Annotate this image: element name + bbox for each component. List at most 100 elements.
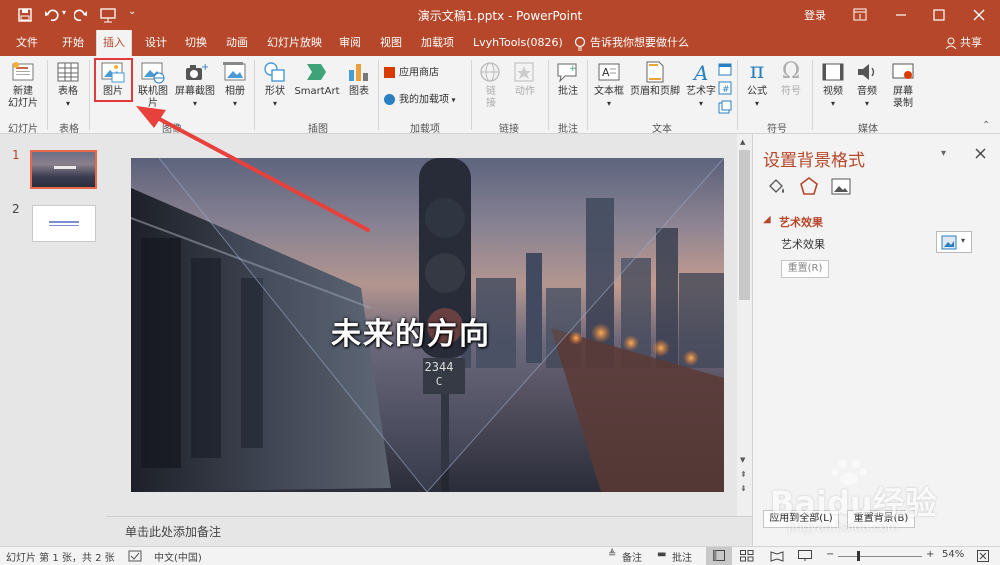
fill-bucket-icon[interactable] [767, 178, 787, 196]
screen-recording-button[interactable]: 屏幕 录制 [886, 60, 920, 110]
close-icon[interactable] [972, 8, 986, 22]
object-icon[interactable] [718, 100, 732, 114]
section-header-artistic[interactable]: 艺术效果 [779, 214, 823, 230]
scroll-up-icon[interactable]: ▲ [740, 138, 745, 146]
notes-toggle-icon[interactable]: ≜ [608, 549, 616, 560]
screenshot-button[interactable]: + 屏幕截图 ▾ [172, 60, 218, 110]
my-addins-button[interactable]: 我的加载项 ▾ [384, 94, 464, 107]
login-link[interactable]: 登录 [804, 7, 826, 23]
zoom-slider-thumb[interactable] [857, 551, 860, 561]
app-store-button[interactable]: 应用商店 [384, 67, 456, 80]
pane-options-icon[interactable]: ▾ [941, 148, 946, 159]
equation-button[interactable]: π 公式 ▾ [742, 60, 772, 110]
date-time-icon[interactable] [718, 62, 732, 76]
online-picture-label: 联机图片 [138, 86, 168, 109]
slide-number-icon[interactable]: # [718, 81, 732, 95]
new-slide-button[interactable]: 新建 幻灯片 [4, 60, 42, 110]
zoom-out-icon[interactable]: − [826, 549, 834, 560]
customize-qat-icon[interactable]: ⌄ [128, 6, 136, 17]
reading-view-icon[interactable] [770, 550, 784, 562]
start-slideshow-icon[interactable] [100, 7, 116, 23]
maximize-icon[interactable] [932, 8, 946, 22]
minimize-icon[interactable] [894, 8, 908, 22]
collapse-ribbon-icon[interactable]: ⌃ [982, 120, 990, 131]
group-separator [587, 60, 588, 130]
addins-icon [384, 94, 395, 105]
slideshow-view-icon[interactable] [798, 550, 812, 562]
spellcheck-icon[interactable] [128, 550, 142, 562]
tab-design[interactable]: 设计 [145, 30, 167, 56]
scroll-down-icon[interactable]: ▼ [740, 456, 745, 464]
undo-dropdown-icon[interactable]: ▾ [62, 8, 66, 17]
section-collapse-icon[interactable]: ◢ [763, 214, 771, 225]
group-separator [47, 60, 48, 130]
comments-toggle[interactable]: 批注 [672, 549, 692, 564]
slide-thumbnail-2[interactable] [32, 205, 96, 242]
thumbnail-number: 2 [12, 202, 20, 216]
tab-review[interactable]: 审阅 [339, 30, 361, 56]
scrollbar-thumb[interactable] [739, 150, 750, 300]
normal-view-icon [713, 550, 725, 561]
table-button[interactable]: 表格 ▾ [53, 60, 83, 110]
tab-addins[interactable]: 加载项 [421, 30, 454, 56]
save-icon[interactable] [18, 8, 32, 22]
notes-placeholder[interactable]: 单击此处添加备注 [125, 523, 221, 540]
tab-animations[interactable]: 动画 [226, 30, 248, 56]
tab-home[interactable]: 开始 [62, 30, 84, 56]
svg-text:A: A [692, 61, 708, 84]
status-bar: 幻灯片 第 1 张，共 2 张 中文(中国) ≜ 备注 ▬ 批注 − + 54% [0, 546, 1000, 565]
header-footer-label: 页眉和页脚 [630, 86, 680, 97]
symbol-button[interactable]: Ω 符号 [776, 60, 806, 98]
comment-button[interactable]: + 批注 [553, 60, 583, 98]
fit-to-window-icon[interactable] [977, 550, 989, 562]
audio-button[interactable]: 音频 ▾ [852, 60, 882, 110]
shapes-button[interactable]: 形状 ▾ [259, 60, 291, 110]
ribbon-display-options-icon[interactable] [853, 8, 867, 21]
slide-title[interactable]: 未来的方向 [321, 309, 501, 353]
reset-button[interactable]: 重置(R) [781, 260, 829, 278]
wordart-button[interactable]: A 艺术字 ▾ [684, 60, 718, 110]
zoom-slider[interactable] [838, 556, 922, 557]
tab-transitions[interactable]: 切换 [185, 30, 207, 56]
smartart-button[interactable]: SmartArt [292, 60, 342, 98]
tab-view[interactable]: 视图 [380, 30, 402, 56]
video-button[interactable]: 视频 ▾ [818, 60, 848, 110]
link-button[interactable]: 链 接 [476, 60, 506, 110]
tell-me-search[interactable]: 告诉我你想要做什么 [590, 30, 689, 56]
chart-button[interactable]: 图表 [344, 60, 374, 98]
redo-icon[interactable] [74, 8, 88, 22]
vertical-scrollbar[interactable]: ▲ ▼ ⇞ ⇟ [737, 134, 752, 516]
tab-slideshow[interactable]: 幻灯片放映 [267, 30, 322, 56]
audio-dropdown-icon: ▾ [864, 99, 869, 108]
slide-sorter-icon[interactable] [740, 550, 754, 562]
language-indicator[interactable]: 中文(中国) [154, 549, 202, 564]
zoom-in-icon[interactable]: + [926, 549, 934, 560]
action-button[interactable]: 动作 [510, 60, 540, 98]
share-button[interactable]: 共享 [960, 30, 982, 56]
zoom-level[interactable]: 54% [942, 549, 964, 560]
notes-pane[interactable]: 单击此处添加备注 [107, 516, 752, 546]
undo-icon[interactable] [44, 8, 60, 22]
normal-view-button[interactable] [706, 547, 732, 565]
picture-tab-icon[interactable] [831, 178, 851, 196]
notes-toggle[interactable]: 备注 [622, 549, 642, 564]
slide-thumbnail-1[interactable] [30, 150, 97, 189]
tab-insert[interactable]: 插入 [96, 30, 132, 56]
next-slide-icon[interactable]: ⇟ [740, 484, 747, 493]
tab-lvyhtools[interactable]: LvyhTools(0826) [473, 30, 563, 56]
header-footer-button[interactable]: 页眉和页脚 [627, 60, 683, 98]
tab-file[interactable]: 文件 [16, 30, 38, 56]
previous-slide-icon[interactable]: ⇞ [740, 470, 747, 479]
effects-pentagon-icon[interactable] [799, 176, 819, 196]
artistic-effect-preview-icon [941, 235, 957, 250]
photo-album-button[interactable]: 相册 ▾ [219, 60, 251, 110]
textbox-button[interactable]: A 文本框 ▾ [592, 60, 626, 110]
group-label-slides: 幻灯片 [8, 124, 38, 135]
comments-toggle-icon[interactable]: ▬ [657, 549, 666, 560]
online-picture-button[interactable]: 联机图片 [134, 60, 172, 110]
artistic-effects-dropdown[interactable]: ▾ [936, 231, 972, 253]
shapes-dropdown-icon: ▾ [272, 99, 277, 108]
screen-recording-icon [892, 63, 914, 79]
baidu-url: jingyan.baidu.com [788, 520, 899, 534]
close-pane-icon[interactable] [975, 148, 986, 159]
